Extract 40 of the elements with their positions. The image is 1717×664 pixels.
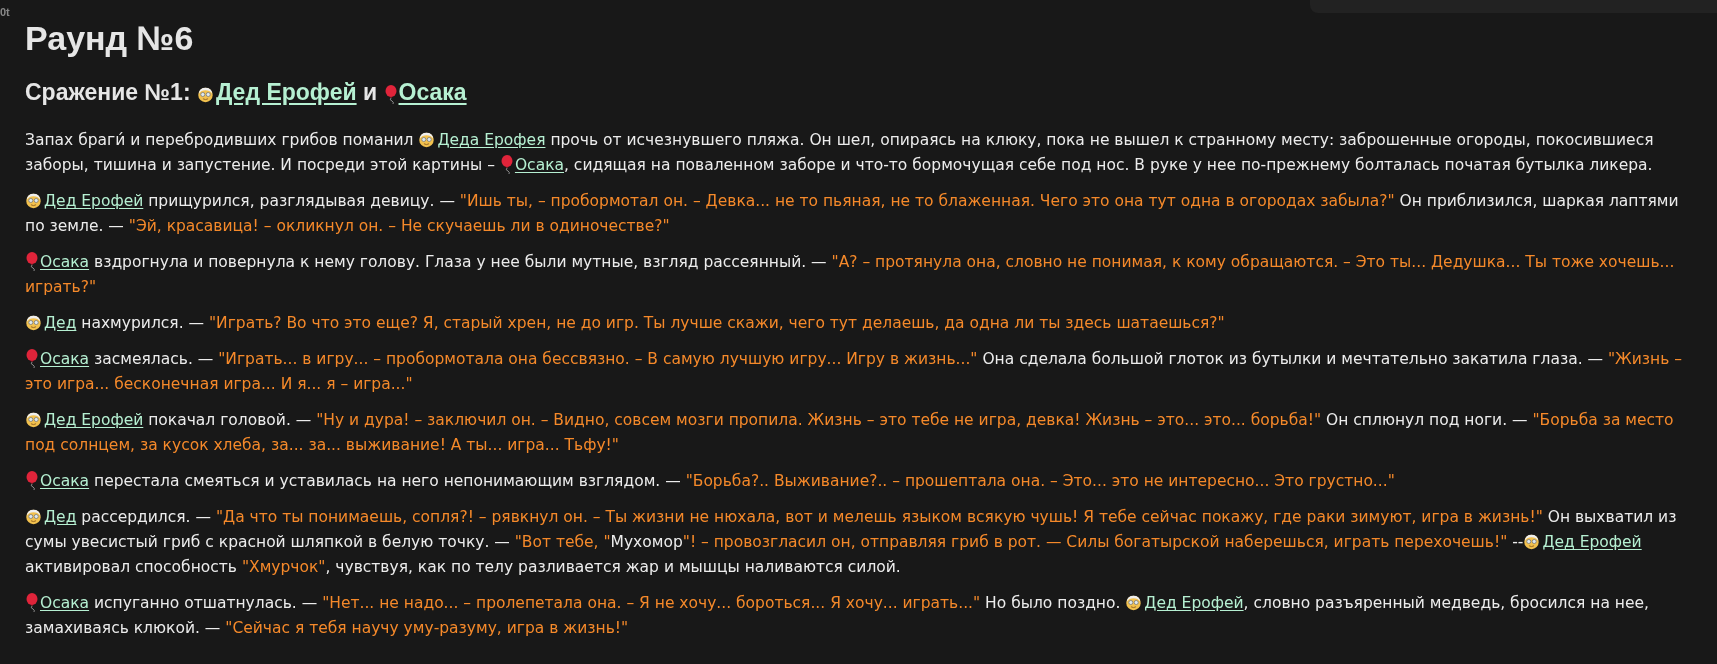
old-man-face-icon [25,507,42,525]
character-link[interactable]: Дед Ерофей [44,410,144,429]
round-title: Раунд №6 [25,18,195,59]
story-paragraph: Осака вздрогнула и повернула к нему голову. Глаза у нее были мутные, взгляд рассеянный. — "А? – протянула она, словно не понимая, к кому обращаются. – Это ты... Дедушка... Ты тоже хочешь... играть?" [25,250,1676,298]
old-man-face-icon [418,130,436,148]
character-link[interactable]: Осака [40,593,90,612]
story-paragraph: Запах браги́ и перебродивших грибов поманил Деда Ерофея прочь от исчезнувшего пляжа. Он шел, опираясь на клюку, пока не вышел к странному месту: заброшенные огороды, покосившиеся заборы, тишина и запустение. И посреди этой картины – Осака, сидящая на поваленном заборе и что-то бормочущая себе под нос. В руке у нее по-прежнему болталась початая бутылка ликера. [25,129,1655,176]
character-link[interactable]: Осака [398,78,467,105]
character-link[interactable]: Деда Ерофея [437,130,546,149]
old-man-face-icon [25,410,42,428]
old-man-face-icon [196,85,214,103]
balloon-icon [25,470,39,490]
story-paragraph: Осака испуганно отшатнулась. — "Нет... не надо... – пролепетала она. – Я не хочу... бороться... Я хочу... играть..." Но было поздно. Дед Ерофей, словно разъяренный медведь, бросился на нее, замахиваясь клюкой. — "Сейчас я тебя научу уму-разуму, игра в жизнь!" [25,591,1650,639]
story-paragraph: Осака засмеялась. — "Играть... в игру... – пробормотала она бессвязно. – В самую лучшую игру... Игру в жизнь..." Она сделала большой глоток из бутылки и мечтательно закатила глаза. — "Жизнь – это игра... бесконечная игра... И я... я – игра..." [25,347,1684,395]
character-link[interactable]: Осака [40,471,90,490]
character-link[interactable]: Осака [40,252,90,271]
character-link[interactable]: Дед Ерофей [44,191,144,210]
balloon-icon [25,348,39,368]
battle-heading: Сражение №1: Дед Ерофей и Осака [25,77,468,107]
character-link[interactable]: Дед Ерофей [1144,593,1244,612]
character-link[interactable]: Дед [44,313,77,332]
old-man-face-icon [25,313,42,331]
character-link[interactable]: Дед Ерофей [1542,532,1642,551]
story-paragraph: Осака перестала смеяться и уставилась на него непонимающим взглядом. — "Борьба?.. Выживание?.. – прошептала она. – Это... это не интересно... Это грустно..." [25,468,1703,494]
character-link[interactable]: Дед [44,507,77,526]
story-paragraph: Дед Ерофей покачал головой. — "Ну и дура! – заключил он. – Видно, совсем мозги пропила. Жизнь – это тебе не игра, девка! Жизнь – это... это... борьба!" Он сплюнул под ноги. — "Борьба за место под солнцем, за кусок хлеба, за... за... выживание! А ты... игра... Тьфу!" [25,409,1675,456]
balloon-icon [25,251,39,271]
story-paragraph: Дед Ерофей прищурился, разглядывая девицу. — "Ишь ты, – пробормотал он. – Девка... не то пьяная, не то блаженная. Чего это она тут одна в огородах забыла?" Он приблизился, шаркая лаптями по земле. — "Эй, красавица! – окликнул он. – Не скучаешь ли в одиночестве?" [25,190,1680,237]
old-man-face-icon [1125,593,1143,611]
balloon-icon [25,592,39,612]
character-link[interactable]: Осака [514,155,564,174]
old-man-face-icon [25,191,42,209]
story-paragraph: Дед рассердился. — "Да что ты понимаешь, сопля?! – рявкнул он. – Ты жизни не нюхала, вот и мелешь языком всякую чушь! Я тебе сейчас покажу, где раки зимуют, игра в жизнь!" Он выхватил из сумы увесистый гриб с красной шляпкой в белую точку. — "Вот тебе, "Мухомор"! – провозгласил он, отправляя гриб в рот. — Силы богатырской наберешься, играть перехочешь!" -- Дед Ерофей активировал способность "Хмурчок", чувствуя, как по телу разливается жар и мышцы наливаются силой. [25,506,1678,578]
character-link[interactable]: Дед Ерофей [215,78,357,105]
story-paragraph: Дед нахмурился. — "Играть? Во что это еще? Я, старый хрен, не до игр. Ты лучше скажи, чего тут делаешь, да одна ли ты здесь шатаешься?" [25,310,1703,336]
balloon-icon [499,154,514,174]
balloon-icon [383,84,398,104]
corner-label: 0t [0,6,10,18]
character-link[interactable]: Осака [40,349,90,368]
old-man-face-icon [1523,532,1541,550]
